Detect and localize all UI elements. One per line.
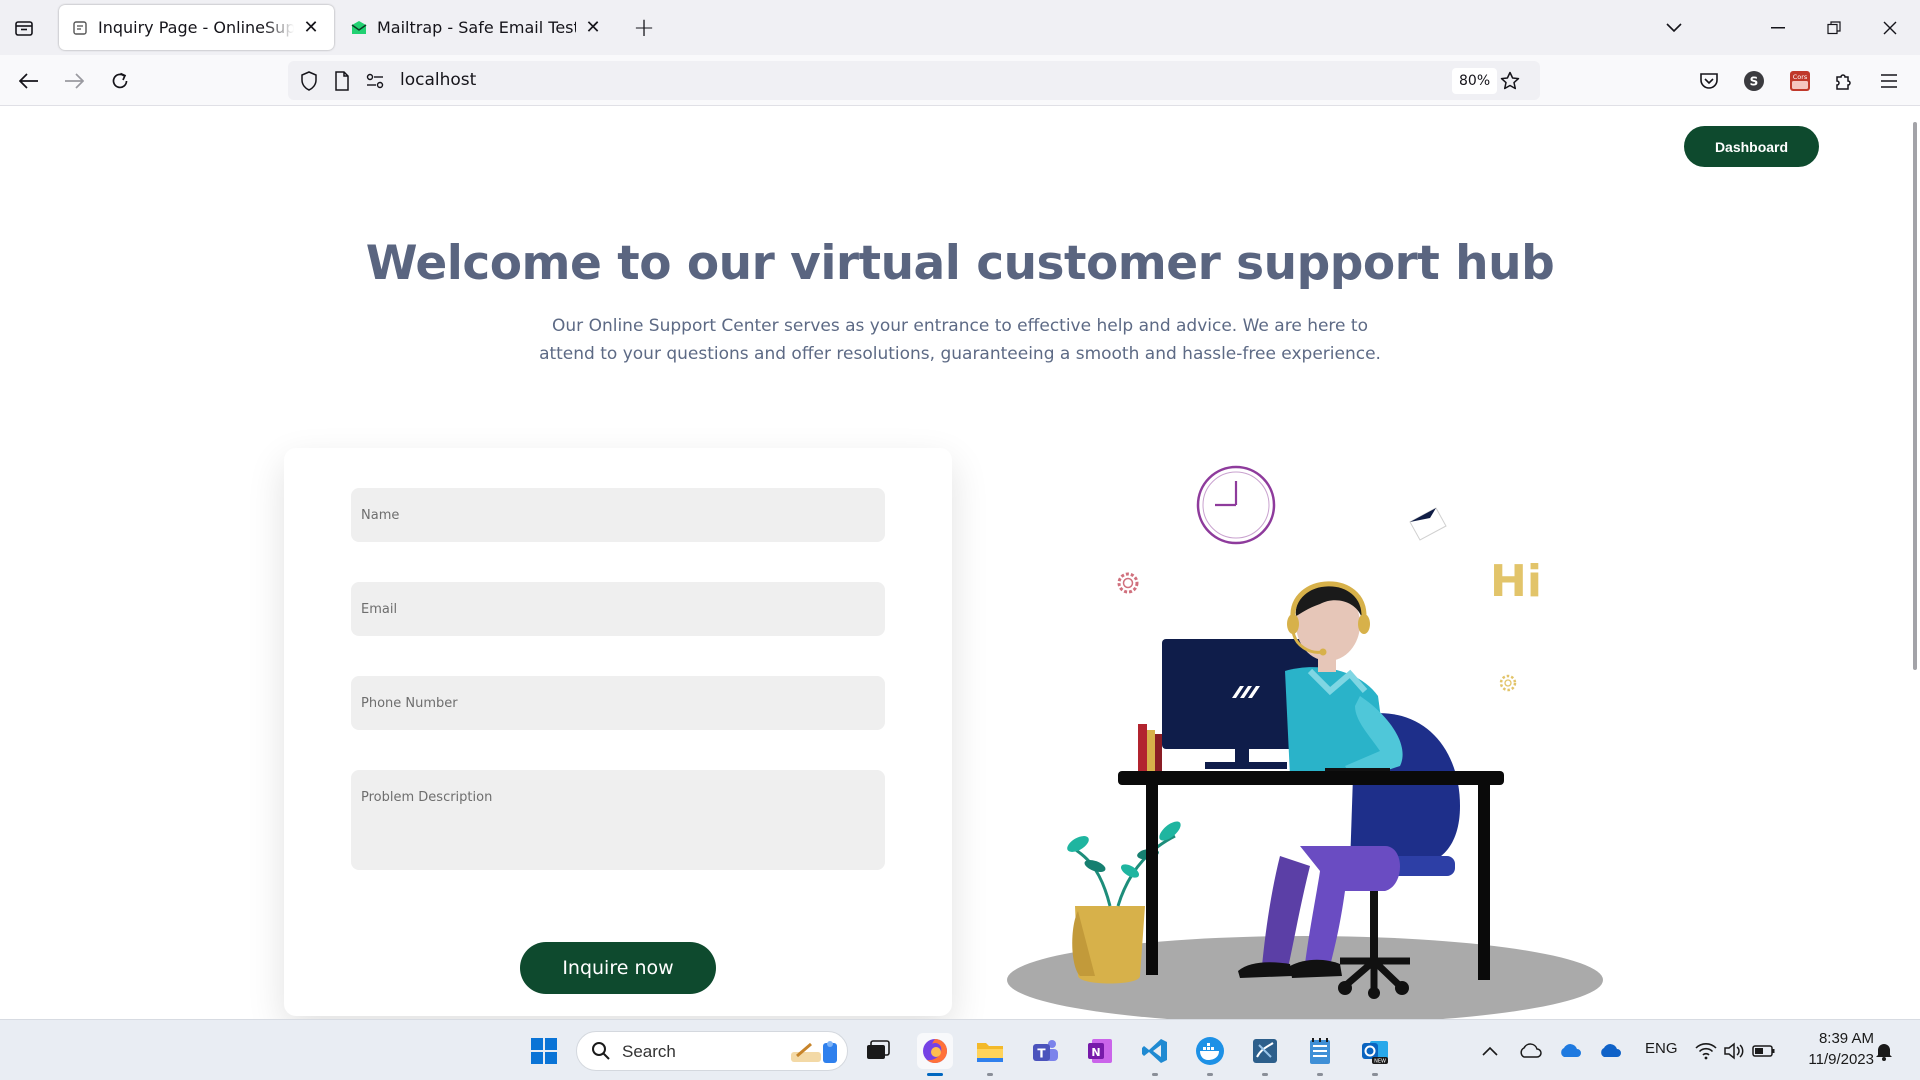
tab-bar: Inquiry Page - OnlineSupportSy ✕ Mailtra… [0,0,1920,55]
dashboard-button[interactable]: Dashboard [1684,126,1819,167]
firefox-taskbar-icon[interactable] [917,1033,953,1076]
vertical-scrollbar[interactable] [1913,122,1917,670]
gear-icon [1117,572,1139,594]
running-indicator [1317,1073,1323,1076]
cors-extension-icon[interactable]: Cors [1786,67,1814,95]
task-view-icon[interactable] [860,1033,896,1069]
windows-start-icon[interactable] [526,1033,562,1069]
books [1138,724,1162,774]
running-indicator [987,1073,993,1076]
shield-icon[interactable] [298,70,320,92]
file-explorer-icon[interactable] [972,1033,1008,1076]
name-field[interactable] [351,488,885,542]
svg-text:Cors: Cors [1793,73,1808,81]
reload-icon[interactable] [103,64,137,98]
new-tab-icon[interactable]: + [630,13,658,43]
tab-mailtrap[interactable]: Mailtrap - Safe Email Testing ✕ [338,5,616,50]
running-indicator [927,1073,943,1076]
onedrive-icon[interactable] [1552,1033,1588,1069]
teams-icon[interactable]: T [1027,1033,1063,1069]
mailtrap-icon [350,19,368,37]
running-indicator [1372,1073,1378,1076]
zoom-level[interactable]: 80% [1452,68,1498,94]
inquiry-form-card [284,448,952,1016]
gear-icon [1499,674,1517,692]
tab-title: Mailtrap - Safe Email Testing [377,18,576,37]
support-agent-illustration: Hi [1007,465,1603,1019]
envelope-icon [1409,507,1447,541]
clock-date[interactable]: 11/9/2023 [1794,1051,1874,1068]
navigation-toolbar: localhost 80% S Cors [0,55,1920,106]
hi-text: Hi [1490,556,1542,607]
tab-list-icon[interactable] [10,14,38,42]
url-text[interactable]: localhost [400,70,476,90]
page-viewport: Dashboard Welcome to our virtual custome… [0,106,1920,1019]
cloud-outline-icon[interactable] [1512,1033,1548,1069]
docker-icon[interactable] [1192,1033,1228,1076]
language-indicator[interactable]: ENG [1645,1040,1678,1057]
problem-description-field[interactable] [351,770,885,870]
tab-close-icon[interactable]: ✕ [300,17,322,39]
page-subtitle: Our Online Support Center serves as your… [539,316,1381,364]
minimize-icon[interactable] [1750,0,1806,55]
svg-text:NEW: NEW [1374,1059,1386,1065]
chevron-up-icon[interactable] [1472,1033,1508,1069]
pocket-icon[interactable] [1695,67,1723,95]
tab-inquiry-page[interactable]: Inquiry Page - OnlineSupportSy ✕ [59,5,334,50]
page-info-icon[interactable] [331,70,353,92]
clock-time[interactable]: 8:39 AM [1794,1030,1874,1047]
extensions-icon[interactable] [1830,67,1858,95]
search-label: Search [622,1042,676,1061]
outlook-new-icon[interactable]: NEW [1357,1033,1393,1076]
page-title: Welcome to our virtual customer support … [365,236,1555,291]
back-icon[interactable] [12,64,46,98]
onenote-icon[interactable]: N [1082,1033,1118,1069]
notepad-icon[interactable] [1302,1033,1338,1076]
battery-icon[interactable] [1746,1033,1782,1069]
url-bar[interactable]: localhost 80% [288,61,1540,100]
tab-close-icon[interactable]: ✕ [582,17,604,39]
mysql-workbench-icon[interactable] [1247,1033,1283,1076]
tab-title: Inquiry Page - OnlineSupportSy [98,18,294,37]
notification-bell-icon[interactable] [1866,1033,1902,1069]
running-indicator [1152,1073,1158,1076]
menu-icon[interactable] [1875,67,1903,95]
taskbar-search[interactable]: Search [576,1031,848,1071]
search-highlight-icon [789,1038,841,1070]
onedrive-icon[interactable] [1592,1033,1628,1069]
close-window-icon[interactable] [1862,0,1918,55]
bookmark-star-icon[interactable] [1498,69,1522,93]
forward-icon[interactable] [57,64,91,98]
svg-text:T: T [1037,1047,1046,1061]
running-indicator [1207,1073,1213,1076]
restore-icon[interactable] [1806,0,1862,55]
phone-number-field[interactable] [351,676,885,730]
page-icon [71,19,89,37]
running-indicator [1262,1073,1268,1076]
vscode-icon[interactable] [1137,1033,1173,1076]
svg-text:N: N [1091,1046,1100,1059]
windows-taskbar: Search T N NEW ENG 8:39 AM 11/9/2023 [0,1019,1920,1080]
permissions-icon[interactable] [364,70,386,92]
inquire-now-button[interactable]: Inquire now [520,942,716,994]
email-field[interactable] [351,582,885,636]
clock-icon [1196,465,1276,545]
profile-initial: S [1750,75,1759,89]
profile-avatar[interactable]: S [1740,67,1768,95]
chevron-down-icon[interactable] [1660,14,1688,42]
search-icon [591,1041,611,1065]
